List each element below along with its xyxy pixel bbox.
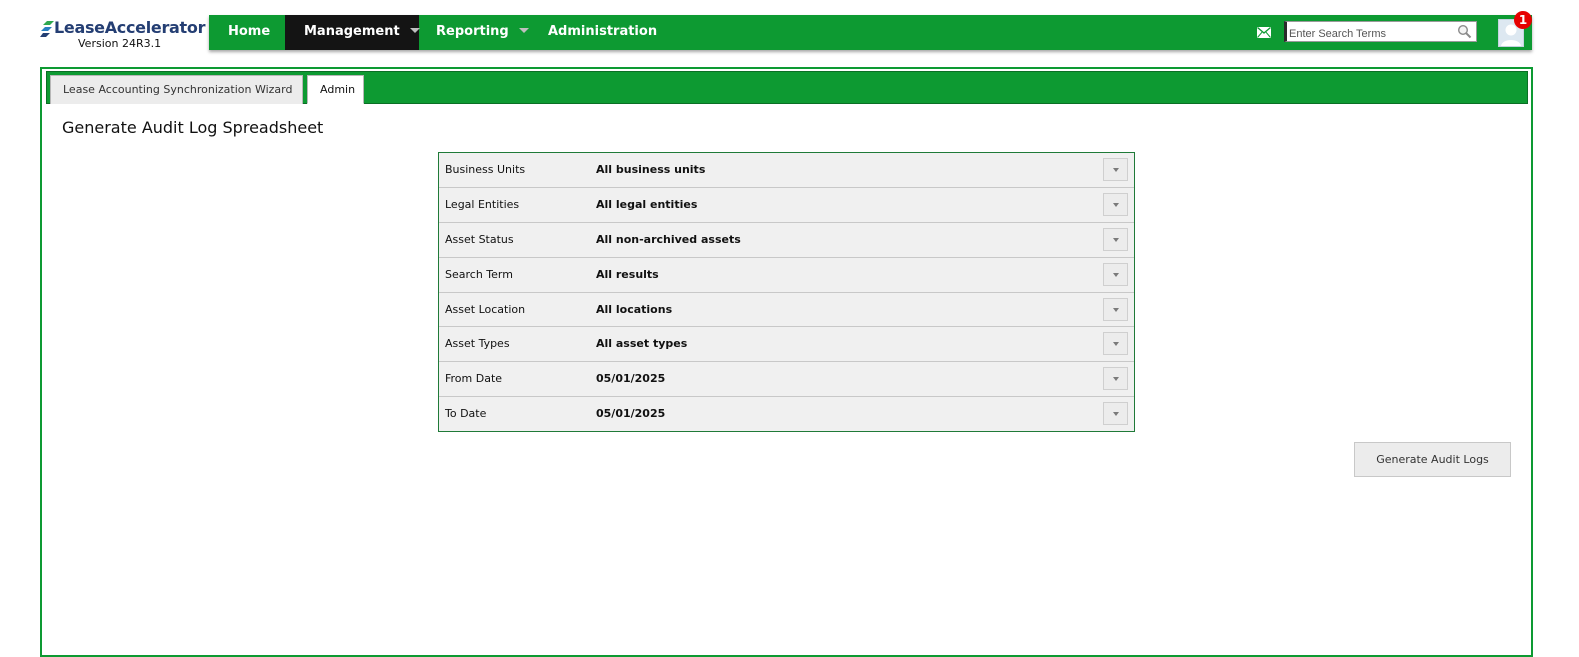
filter-value: All asset types <box>596 337 688 351</box>
dropdown-arrow-icon[interactable] <box>1103 227 1128 251</box>
dropdown-arrow-icon[interactable] <box>1103 158 1128 181</box>
global-search <box>1284 21 1477 44</box>
filter-label: Business Units <box>445 163 526 176</box>
filter-row-business-units[interactable]: Business Units All business units <box>439 153 1134 188</box>
tab-bar: Lease Accounting Synchronization Wizard … <box>46 71 1528 104</box>
dropdown-arrow-icon[interactable] <box>1103 262 1128 286</box>
app-version: Version 24R3.1 <box>78 37 162 50</box>
filter-label: Legal Entities <box>445 197 520 211</box>
filter-label: From Date <box>445 372 503 386</box>
filter-table: Business Units All business units Legal … <box>438 152 1135 432</box>
dropdown-arrow-icon[interactable] <box>1103 192 1128 216</box>
logo-text: LeaseAccelerator <box>54 18 206 37</box>
dropdown-arrow-icon[interactable] <box>1103 367 1128 391</box>
filter-row-from-date[interactable]: From Date 05/01/2025 <box>439 362 1134 398</box>
generate-audit-logs-button[interactable]: Generate Audit Logs <box>1354 442 1511 477</box>
filter-value: 05/01/2025 <box>596 407 666 421</box>
chevron-down-icon <box>518 28 529 33</box>
filter-label: To Date <box>445 407 487 421</box>
filter-row-asset-status[interactable]: Asset Status All non-archived assets <box>439 223 1134 258</box>
filter-label: Asset Types <box>445 337 510 351</box>
main-panel: Lease Accounting Synchronization Wizard … <box>40 67 1533 657</box>
filter-row-legal-entities[interactable]: Legal Entities All legal entities <box>439 188 1134 223</box>
filter-value: All locations <box>596 302 673 316</box>
tab-admin[interactable]: Admin <box>307 75 364 104</box>
nav-administration-label: Administration <box>548 24 658 39</box>
filter-label: Asset Status <box>445 232 514 246</box>
filter-value: All business units <box>596 163 706 176</box>
nav-administration[interactable]: Administration <box>529 15 659 50</box>
tab-lease-accounting-sync-wizard[interactable]: Lease Accounting Synchronization Wizard <box>50 75 303 104</box>
nav-management[interactable]: Management <box>285 15 420 50</box>
filter-value: All non-archived assets <box>596 232 741 246</box>
filter-value: 05/01/2025 <box>596 372 666 386</box>
nav-reporting-label: Reporting <box>436 24 509 39</box>
filter-row-asset-types[interactable]: Asset Types All asset types <box>439 327 1134 363</box>
page-title: Generate Audit Log Spreadsheet <box>62 118 324 137</box>
search-input[interactable] <box>1287 24 1457 44</box>
dropdown-arrow-icon[interactable] <box>1103 402 1128 426</box>
filter-row-asset-location[interactable]: Asset Location All locations <box>439 293 1134 328</box>
nav-home-label: Home <box>228 24 271 39</box>
nav-reporting[interactable]: Reporting <box>417 15 532 50</box>
nav-management-label: Management <box>304 24 400 39</box>
filter-value: All legal entities <box>596 197 698 211</box>
top-navigation: Home Management Reporting Administration… <box>209 11 1532 50</box>
filter-label: Search Term <box>445 267 513 281</box>
dropdown-arrow-icon[interactable] <box>1103 332 1128 356</box>
filter-row-to-date[interactable]: To Date 05/01/2025 <box>439 397 1134 432</box>
app-logo[interactable]: LeaseAccelerator Version 24R3.1 <box>40 16 208 52</box>
notification-badge[interactable]: 1 <box>1514 11 1532 29</box>
search-icon[interactable] <box>1457 24 1472 39</box>
mail-icon[interactable] <box>1257 27 1271 38</box>
filter-value: All results <box>596 267 659 281</box>
nav-home[interactable]: Home <box>209 15 285 50</box>
dropdown-arrow-icon[interactable] <box>1103 297 1128 321</box>
filter-label: Asset Location <box>445 302 526 316</box>
filter-row-search-term[interactable]: Search Term All results <box>439 258 1134 293</box>
